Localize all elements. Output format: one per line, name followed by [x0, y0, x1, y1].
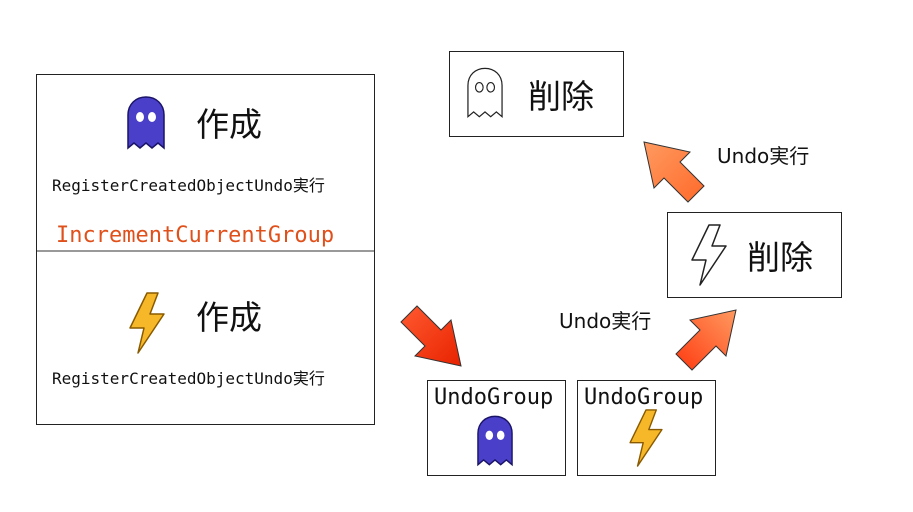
undo-group-title: UndoGroup: [434, 385, 554, 410]
ghost-icon: [127, 96, 165, 150]
undo-label-first: Undo実行: [559, 309, 652, 333]
arrow-to-undo-group: [400, 305, 462, 367]
undo-group-title: UndoGroup: [584, 385, 704, 410]
ghost-register-text: RegisterCreatedObjectUndo実行: [52, 176, 325, 195]
bolt-delete-label: 削除: [747, 238, 813, 277]
lightning-outline-icon: [691, 224, 727, 286]
undo-label-second: Undo実行: [717, 144, 810, 168]
lightning-icon: [129, 292, 165, 354]
increment-current-group-text: IncrementCurrentGroup: [56, 223, 335, 248]
arrow-undo-second: [643, 141, 705, 203]
arrow-undo-first: [675, 309, 737, 371]
bolt-create-label: 作成: [196, 298, 262, 337]
ghost-delete-label: 削除: [528, 77, 594, 116]
bolt-register-text: RegisterCreatedObjectUndo実行: [52, 369, 325, 388]
ghost-icon: [477, 415, 513, 467]
ghost-outline-icon: [467, 67, 503, 118]
panel-divider: [37, 250, 374, 252]
lightning-icon: [629, 409, 663, 467]
ghost-create-label: 作成: [196, 105, 262, 144]
